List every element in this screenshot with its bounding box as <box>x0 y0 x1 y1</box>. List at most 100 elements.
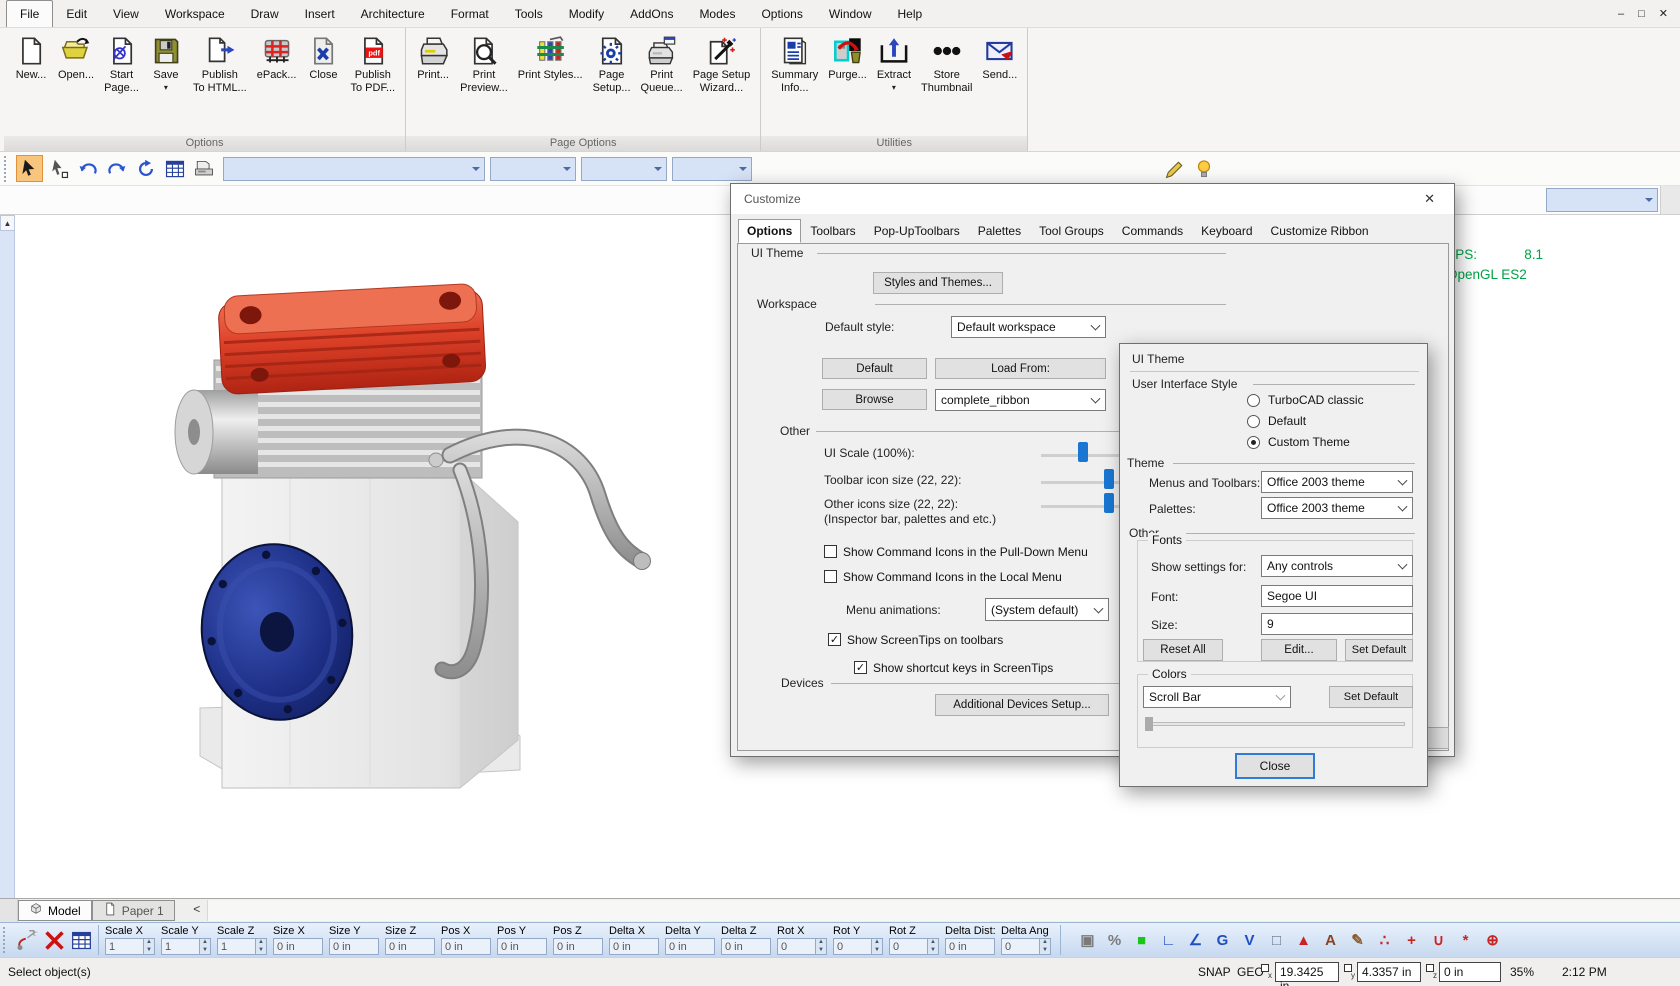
inspector-grip[interactable] <box>3 927 9 953</box>
field-input[interactable]: 0 in <box>497 938 547 955</box>
field-input[interactable]: 0▲▼ <box>777 938 827 955</box>
menu-tab-workspace[interactable]: Workspace <box>152 0 238 27</box>
sheet-tab-model[interactable]: Model <box>18 900 92 921</box>
page-setup-button[interactable]: Page Setup... <box>589 32 635 97</box>
customize-tab-commands[interactable]: Commands <box>1113 219 1192 243</box>
spinner-control[interactable]: ▲▼ <box>1039 939 1050 954</box>
snap-grid-icon[interactable]: ∴ <box>1374 930 1395 951</box>
default-style-radio[interactable]: Default <box>1247 414 1306 428</box>
print-preview-button[interactable]: Print Preview... <box>456 32 512 97</box>
table-icon[interactable] <box>161 155 188 182</box>
maximize-button[interactable]: □ <box>1638 8 1645 20</box>
summary-info-button[interactable]: Summary Info... <box>767 32 822 97</box>
redo-icon[interactable] <box>103 155 130 182</box>
spinner-control[interactable]: ▲▼ <box>871 939 882 954</box>
close-document-button[interactable]: Close <box>302 32 344 84</box>
toolbar-icon-size-slider-track[interactable] <box>1041 481 1129 484</box>
menu-tab-architecture[interactable]: Architecture <box>348 0 438 27</box>
print-button[interactable]: Print... <box>412 32 454 84</box>
new-document-button[interactable]: New... <box>10 32 52 84</box>
field-input[interactable]: 0▲▼ <box>833 938 883 955</box>
customize-tab-keyboard[interactable]: Keyboard <box>1192 219 1261 243</box>
window-close-button[interactable]: ✕ <box>1659 7 1668 20</box>
page-setup-wizard-button[interactable]: Page Setup Wizard... <box>689 32 755 97</box>
pencil-icon[interactable] <box>1161 155 1188 182</box>
other-icons-size-slider-handle[interactable] <box>1104 493 1114 513</box>
sheet-tab-paper-1[interactable]: Paper 1 <box>92 900 175 921</box>
angle-measure-icon[interactable]: A <box>1320 930 1341 951</box>
angle-snap-icon[interactable]: ∠ <box>1185 930 1206 951</box>
menu-tab-insert[interactable]: Insert <box>292 0 348 27</box>
customize-title-bar[interactable]: Customize ✕ <box>731 184 1454 214</box>
color-slider-handle[interactable] <box>1145 717 1153 731</box>
snap-star-icon[interactable]: * <box>1455 930 1476 951</box>
workspace-file-combobox[interactable]: complete_ribbon <box>935 389 1106 411</box>
customize-tab-options[interactable]: Options <box>738 219 801 243</box>
additional-devices-button[interactable]: Additional Devices Setup... <box>935 694 1109 716</box>
customize-tab-tool-groups[interactable]: Tool Groups <box>1030 219 1113 243</box>
dropdown-arrow-icon[interactable]: ▾ <box>892 83 896 92</box>
font-size-input[interactable]: 9 <box>1261 613 1413 635</box>
menu-tab-options[interactable]: Options <box>748 0 815 27</box>
field-input[interactable]: 0 in <box>441 938 491 955</box>
spinner-control[interactable]: ▲▼ <box>255 939 266 954</box>
publish-pdf-button[interactable]: pdfPublish To PDF... <box>346 32 399 97</box>
menu-tab-view[interactable]: View <box>100 0 152 27</box>
customize-tab-palettes[interactable]: Palettes <box>969 219 1030 243</box>
pulldown-icons-checkbox[interactable]: Show Command Icons in the Pull-Down Menu <box>824 545 1088 559</box>
field-input[interactable]: 1▲▼ <box>161 938 211 955</box>
ui-scale-slider-handle[interactable] <box>1078 442 1088 462</box>
undo-icon[interactable] <box>74 155 101 182</box>
menu-tab-window[interactable]: Window <box>816 0 885 27</box>
radio-circle[interactable] <box>1247 415 1260 428</box>
turbocad-classic-radio[interactable]: TurboCAD classic <box>1247 393 1364 407</box>
store-thumbnail-button[interactable]: Store Thumbnail <box>917 32 976 97</box>
edit-pencil-icon[interactable]: ✎ <box>1347 930 1368 951</box>
print-queue-button[interactable]: Print Queue... <box>637 32 687 97</box>
start-page-button[interactable]: Start Page... <box>100 32 143 97</box>
reset-all-button[interactable]: Reset All <box>1143 639 1223 661</box>
linestyle-combobox[interactable] <box>581 157 667 181</box>
dropdown-arrow-icon[interactable]: ▾ <box>164 83 168 92</box>
field-input[interactable]: 0▲▼ <box>889 938 939 955</box>
font-input[interactable]: Segoe UI <box>1261 585 1413 607</box>
checkbox-box[interactable] <box>824 545 837 558</box>
edit-button[interactable]: Edit... <box>1261 639 1337 661</box>
styles-and-themes-button[interactable]: Styles and Themes... <box>873 272 1003 294</box>
colors-set-default-button[interactable]: Set Default <box>1329 686 1413 708</box>
save-button[interactable]: Save▾ <box>145 32 187 94</box>
publish-html-button[interactable]: Publish To HTML... <box>189 32 251 97</box>
spinner-control[interactable]: ▲▼ <box>143 939 154 954</box>
field-input[interactable]: 0 in <box>609 938 659 955</box>
lightbulb-icon[interactable] <box>1190 155 1217 182</box>
epack-button[interactable]: ePack... <box>253 32 301 84</box>
shortcut-keys-checkbox[interactable]: Show shortcut keys in ScreenTips <box>854 661 1053 675</box>
horizontal-scrollbar[interactable] <box>207 900 1680 921</box>
field-input[interactable]: 1▲▼ <box>105 938 155 955</box>
send-button[interactable]: Send... <box>978 32 1021 84</box>
selection-window-icon[interactable]: □ <box>1266 930 1287 951</box>
palettes-theme-combobox[interactable]: Office 2003 theme <box>1261 497 1413 519</box>
z-coordinate-field[interactable]: 0 in <box>1439 962 1501 982</box>
snap-toggle[interactable]: SNAP <box>1198 965 1231 979</box>
customize-tab-pop-uptoolbars[interactable]: Pop-UpToolbars <box>865 219 969 243</box>
menu-tab-modes[interactable]: Modes <box>686 0 748 27</box>
checkbox-box[interactable] <box>854 661 867 674</box>
radio-circle[interactable] <box>1247 394 1260 407</box>
menu-tab-file[interactable]: File <box>6 0 53 27</box>
checkbox-box[interactable] <box>828 633 841 646</box>
color-combobox[interactable] <box>672 157 752 181</box>
view-combobox[interactable] <box>1546 188 1658 212</box>
field-input[interactable]: 0 in <box>665 938 715 955</box>
other-icons-size-slider-track[interactable] <box>1041 505 1129 508</box>
customize-tab-customize-ribbon[interactable]: Customize Ribbon <box>1262 219 1378 243</box>
spinner-control[interactable]: ▲▼ <box>927 939 938 954</box>
menus-theme-combobox[interactable]: Office 2003 theme <box>1261 471 1413 493</box>
geo-toggle[interactable]: GEO <box>1237 965 1264 979</box>
scale-percent-icon[interactable]: % <box>1104 930 1125 951</box>
colors-element-combobox[interactable]: Scroll Bar <box>1143 686 1291 708</box>
checkbox-box[interactable] <box>824 570 837 583</box>
style-combobox[interactable] <box>223 157 485 181</box>
view-cube-icon[interactable]: ▣ <box>1077 930 1098 951</box>
browse-button[interactable]: Browse <box>822 389 927 410</box>
